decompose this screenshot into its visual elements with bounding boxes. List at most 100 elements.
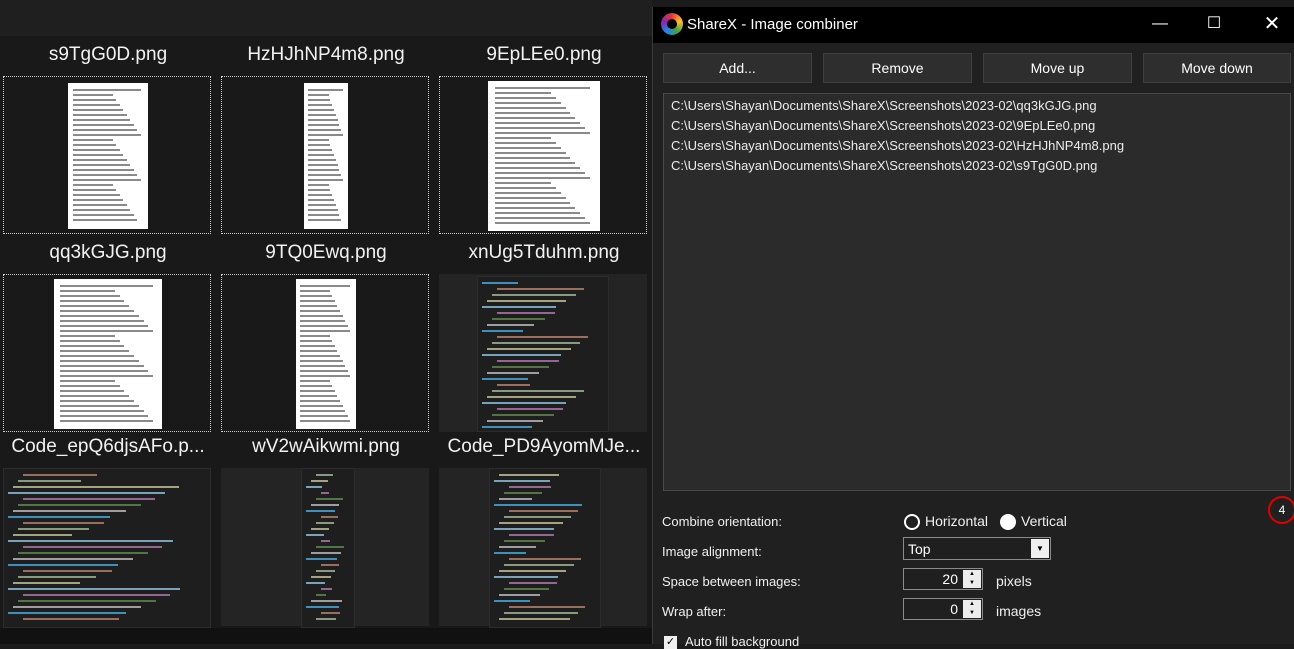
text-line [495, 212, 581, 214]
page-preview [68, 83, 148, 229]
text-line [308, 119, 338, 121]
list-item[interactable]: C:\Users\Shayan\Documents\ShareX\Screens… [671, 118, 1095, 133]
space-between-stepper[interactable]: 20 ▲ ▼ [903, 568, 983, 590]
remove-button[interactable]: Remove [823, 53, 972, 83]
code-line [497, 384, 530, 386]
text-line [300, 405, 343, 407]
text-line [73, 209, 131, 211]
horizontal-radio[interactable] [904, 514, 920, 530]
text-line [73, 204, 127, 206]
code-line [316, 570, 336, 572]
image-alignment-select[interactable]: Top ▼ [903, 537, 1051, 560]
text-line [495, 167, 581, 169]
add-button[interactable]: Add... [663, 53, 812, 83]
tile-thumbnail[interactable] [3, 76, 211, 234]
wrap-after-stepper[interactable]: 0 ▲ ▼ [903, 598, 983, 620]
stepper-arrows[interactable]: ▲ ▼ [963, 600, 981, 618]
text-line [73, 109, 124, 111]
tile-thumbnail[interactable] [439, 76, 647, 234]
chevron-down-icon[interactable]: ▼ [1031, 539, 1049, 558]
tile-thumbnail[interactable] [221, 274, 429, 432]
code-line [306, 582, 326, 584]
close-button[interactable]: ✕ [1249, 7, 1294, 43]
text-line [308, 199, 334, 201]
thumbnail-gallery: s9TgG0D.png HzHJhNP4m8.png 9EpLEe0.png q… [0, 0, 652, 644]
tile-thumbnail[interactable] [3, 468, 211, 628]
text-line [60, 345, 125, 347]
code-line [306, 534, 324, 536]
code-line [487, 372, 539, 374]
text-line [308, 164, 338, 166]
code-line [482, 306, 557, 308]
text-line [300, 390, 335, 392]
text-line [60, 420, 154, 422]
title-bar[interactable]: ShareX - Image combiner — ☐ ✕ [653, 7, 1294, 43]
stepper-up-icon[interactable]: ▲ [963, 600, 981, 609]
text-line [60, 295, 120, 297]
auto-fill-label[interactable]: Auto fill background [685, 634, 799, 649]
code-line [18, 528, 89, 530]
code-line [504, 588, 549, 590]
text-line [73, 214, 134, 216]
wrap-after-value[interactable]: 0 [950, 601, 958, 617]
auto-fill-checkbox[interactable]: ✓ [664, 636, 677, 649]
tile-thumbnail[interactable] [221, 76, 429, 234]
stepper-up-icon[interactable]: ▲ [963, 570, 981, 579]
code-line [311, 552, 341, 554]
text-line [73, 164, 131, 166]
text-line [308, 89, 343, 91]
text-line [60, 410, 144, 412]
list-item[interactable]: C:\Users\Shayan\Documents\ShareX\Screens… [671, 98, 1097, 113]
horizontal-radio-label[interactable]: Horizontal [925, 513, 988, 529]
code-line [499, 570, 567, 572]
image-file-list[interactable]: C:\Users\Shayan\Documents\ShareX\Screens… [663, 93, 1291, 491]
code-line [316, 498, 343, 500]
list-item[interactable]: C:\Users\Shayan\Documents\ShareX\Screens… [671, 138, 1124, 153]
code-line [509, 510, 578, 512]
text-line [495, 192, 561, 194]
minimize-button[interactable]: — [1137, 7, 1183, 43]
code-line [482, 426, 533, 428]
code-line [8, 564, 118, 566]
tile-thumbnail[interactable] [439, 274, 647, 432]
maximize-button[interactable]: ☐ [1191, 7, 1237, 43]
move-up-button[interactable]: Move up [983, 53, 1132, 83]
text-line [308, 144, 331, 146]
tile-thumbnail[interactable] [3, 274, 211, 432]
stepper-down-icon[interactable]: ▼ [963, 579, 981, 588]
text-line [495, 107, 566, 109]
text-line [495, 147, 561, 149]
stepper-down-icon[interactable]: ▼ [963, 609, 981, 618]
text-line [308, 114, 336, 116]
space-between-label: Space between images: [662, 574, 801, 589]
text-line [495, 92, 551, 94]
text-line [495, 152, 566, 154]
text-line [60, 360, 139, 362]
page-preview [296, 279, 356, 429]
text-line [495, 197, 566, 199]
screenshot-preview [477, 276, 609, 432]
vertical-radio-label[interactable]: Vertical [1021, 513, 1067, 529]
text-line [300, 415, 348, 417]
text-line [73, 134, 141, 136]
combine-orientation-label: Combine orientation: [662, 514, 782, 529]
space-between-value[interactable]: 20 [942, 571, 958, 587]
text-line [495, 122, 581, 124]
code-line [497, 336, 589, 338]
tile-thumbnail[interactable] [439, 468, 647, 628]
text-line [308, 219, 342, 221]
code-line [497, 288, 585, 290]
tile-thumbnail[interactable] [221, 468, 429, 628]
code-line [504, 612, 578, 614]
text-line [308, 139, 329, 141]
text-line [308, 154, 334, 156]
stepper-arrows[interactable]: ▲ ▼ [963, 570, 981, 588]
vertical-radio[interactable] [1000, 514, 1016, 530]
code-line [311, 504, 340, 506]
text-line [300, 290, 330, 292]
text-line [60, 375, 154, 377]
text-line [60, 395, 130, 397]
list-item[interactable]: C:\Users\Shayan\Documents\ShareX\Screens… [671, 158, 1097, 173]
text-line [300, 315, 343, 317]
move-down-button[interactable]: Move down [1143, 53, 1291, 83]
